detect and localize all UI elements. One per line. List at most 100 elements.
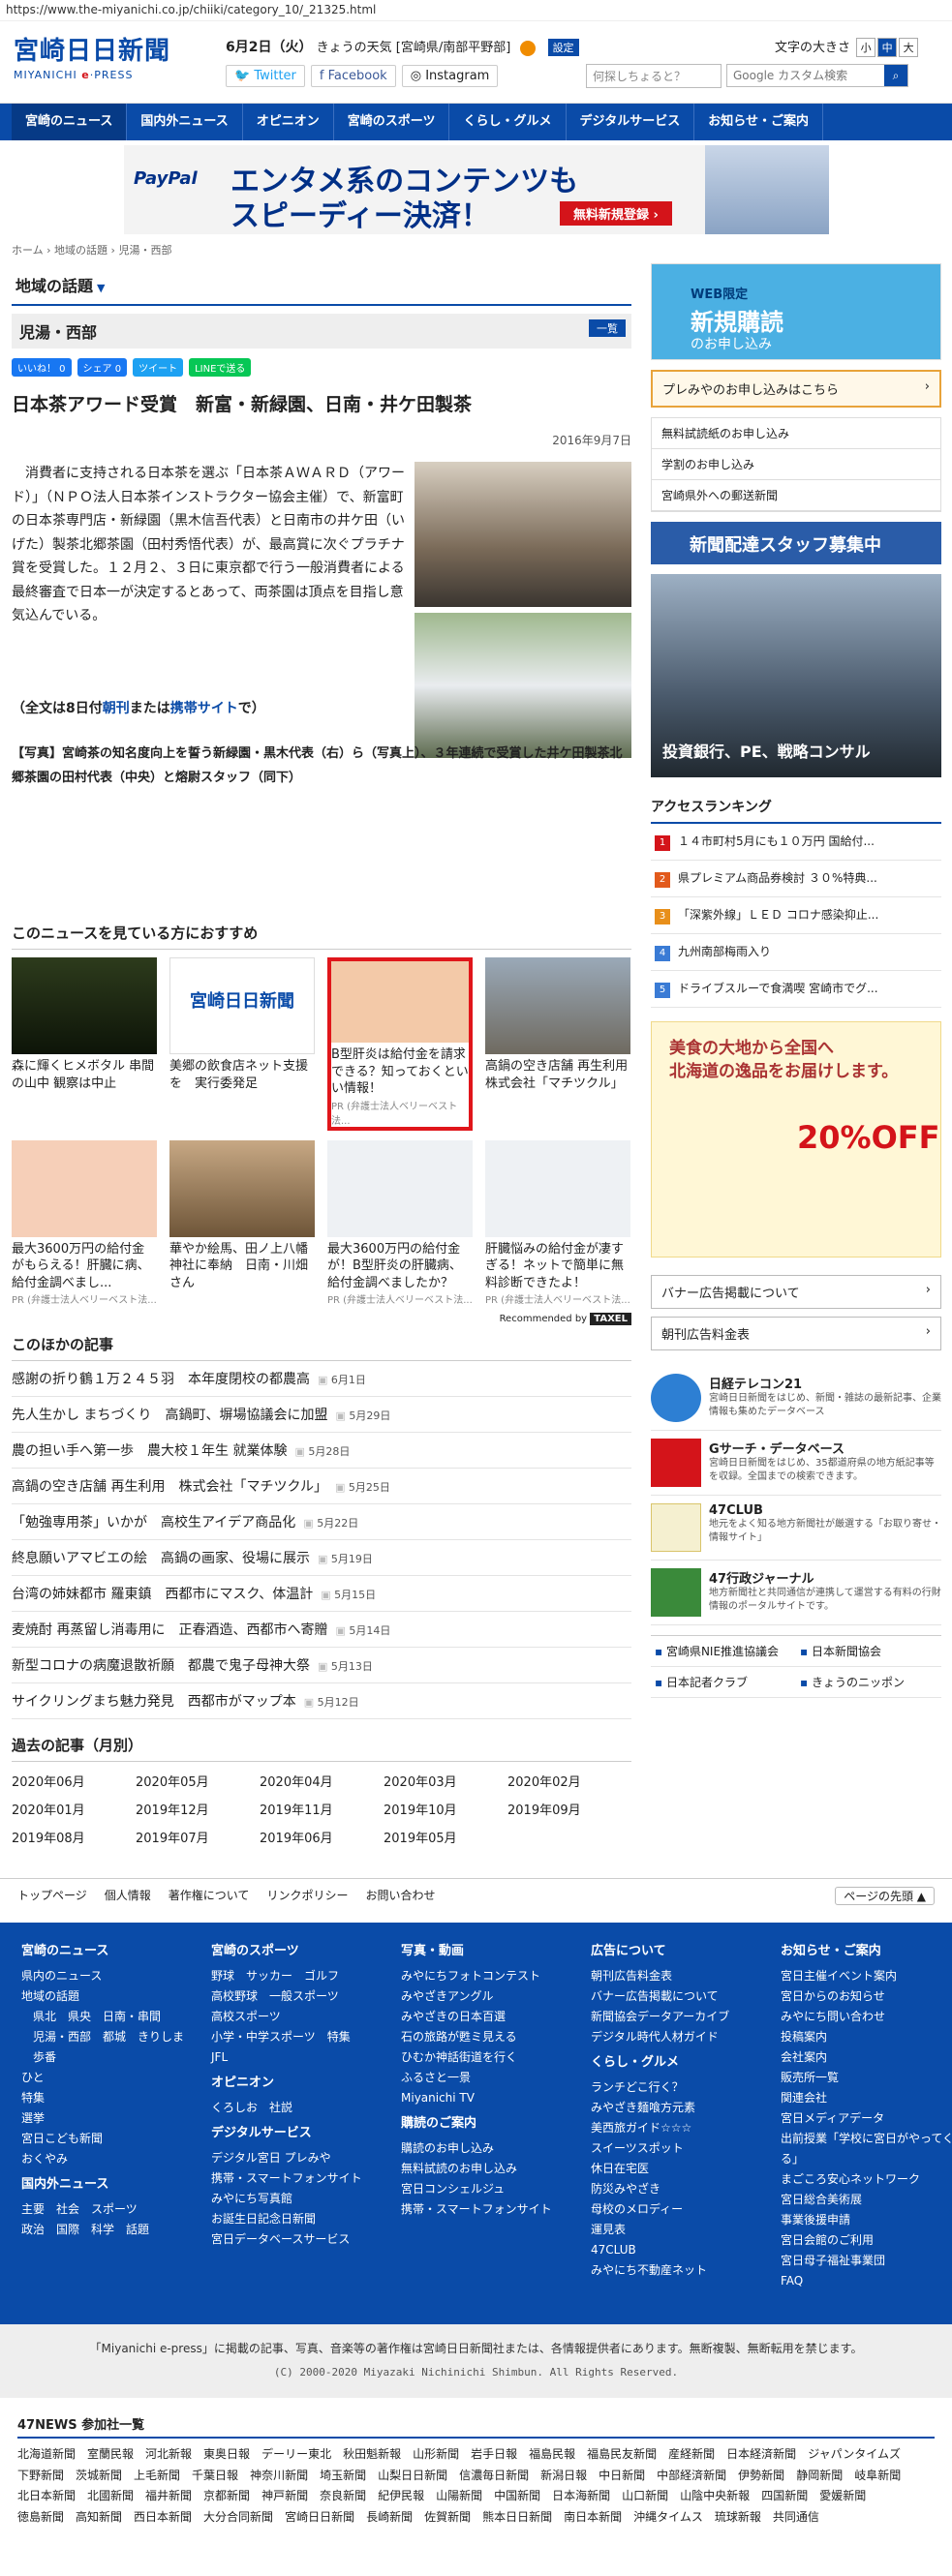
- list-item[interactable]: 終息願いアマビエの絵 高鍋の画家、役場に展示 5月19日: [12, 1540, 631, 1577]
- free-trial-link[interactable]: 無料試読紙のお申し込み: [652, 418, 940, 449]
- recommend-card[interactable]: 華やか絵馬、田ノ上八幡神社に奉納 日南・川畑さん: [169, 1139, 315, 1307]
- newspaper-link[interactable]: 奈良新聞: [320, 2486, 366, 2507]
- month-link[interactable]: 2020年04月: [260, 1772, 384, 1790]
- sitemap-link[interactable]: 宮日こども新聞: [21, 2129, 211, 2149]
- ranking-item[interactable]: 2 県プレミアム商品券検討 ３０%特典...: [651, 861, 941, 897]
- month-link[interactable]: 2019年07月: [136, 1828, 260, 1846]
- month-link[interactable]: 2019年10月: [384, 1800, 507, 1818]
- url-bar[interactable]: https://www.the-miyanichi.co.jp/chiiki/c…: [0, 0, 952, 21]
- recommend-card[interactable]: B型肝炎は給付金を請求できる？知っておくといい情報！ PR (弁護士法人ベリーベス…: [327, 957, 473, 1131]
- list-item[interactable]: 感謝の折り鶴１万２４５羽 本年度閉校の都農高 6月1日: [12, 1361, 631, 1398]
- sitemap-link[interactable]: Miyanichi TV: [401, 2088, 591, 2108]
- sitemap-link[interactable]: 宮日会館のご利用: [781, 2230, 952, 2251]
- sitemap-link[interactable]: 宮日総合美術展: [781, 2190, 952, 2210]
- out-of-pref-link[interactable]: 宮崎県外への郵送新聞: [652, 480, 940, 511]
- font-size-medium[interactable]: 中: [877, 38, 898, 57]
- newspaper-link[interactable]: 北日本新聞: [17, 2486, 76, 2507]
- sitemap-link[interactable]: 防災みやざき: [591, 2179, 781, 2199]
- sitemap-link[interactable]: 政治 国際 科学 話題: [21, 2220, 211, 2240]
- category-list-button[interactable]: 一覧: [589, 319, 626, 337]
- newspaper-link[interactable]: 信濃毎日新聞: [459, 2466, 529, 2487]
- newspaper-link[interactable]: 静岡新聞: [796, 2466, 843, 2487]
- sitemap-link[interactable]: お誕生日記念日新聞: [211, 2209, 401, 2229]
- subscribe-ad[interactable]: WEB限定 新規購読 のお申し込み: [651, 263, 941, 360]
- page-top-button[interactable]: ページの先頭 ▲: [835, 1887, 935, 1905]
- newspaper-link[interactable]: 琉球新報: [715, 2507, 761, 2529]
- sitemap-link[interactable]: 児湯・西部 都城 きりしま: [21, 2027, 211, 2047]
- sitemap-link[interactable]: スイーツスポット: [591, 2138, 781, 2159]
- newspaper-link[interactable]: 山口新聞: [622, 2486, 668, 2507]
- ranking-item[interactable]: 4 九州南部梅雨入り: [651, 934, 941, 971]
- sitemap-link[interactable]: FAQ: [781, 2271, 952, 2291]
- section-title[interactable]: 地域の話題 ▼: [12, 265, 631, 306]
- line-button[interactable]: LINEで送る: [189, 358, 252, 377]
- sitemap-heading[interactable]: オピニオン: [211, 2072, 401, 2090]
- fb-like-button[interactable]: いいね！ 0: [12, 358, 72, 377]
- sitemap-heading[interactable]: 宮崎のスポーツ: [211, 1940, 401, 1958]
- sitemap-link[interactable]: 宮日メディアデータ: [781, 2108, 952, 2129]
- settings-button[interactable]: 設定: [547, 39, 579, 56]
- newspaper-link[interactable]: 高知新聞: [76, 2507, 122, 2529]
- newspaper-link[interactable]: デーリー東北: [261, 2444, 331, 2466]
- newspaper-link[interactable]: 山形新聞: [413, 2444, 459, 2466]
- month-link[interactable]: 2019年11月: [260, 1800, 384, 1818]
- list-item[interactable]: 先人生かし まちづくり 高鍋町、塀場協議会に加盟 5月29日: [12, 1397, 631, 1434]
- article-photo-top[interactable]: [415, 462, 631, 607]
- sitemap-link[interactable]: 地域の話題: [21, 1986, 211, 2007]
- sitemap-link[interactable]: 県北 県央 日南・串間: [21, 2007, 211, 2027]
- sitemap-link[interactable]: 無料試読のお申し込み: [401, 2159, 591, 2179]
- weather-text[interactable]: きょうの天気 [宮崎県/南部平野部]: [317, 41, 511, 55]
- newspaper-link[interactable]: 福井新聞: [145, 2486, 192, 2507]
- newspaper-link[interactable]: 室蘭民報: [87, 2444, 134, 2466]
- font-size-small[interactable]: 小: [856, 38, 876, 57]
- newspaper-assoc-link[interactable]: 日本新聞協会: [796, 1636, 941, 1667]
- newspaper-link[interactable]: 産経新聞: [668, 2444, 715, 2466]
- newspaper-link[interactable]: 岐阜新聞: [854, 2466, 901, 2487]
- breadcrumb[interactable]: ホーム › 地域の話題 › 児湯・西部: [12, 238, 631, 261]
- footer-top-link[interactable]: トップページ: [17, 1887, 87, 1905]
- month-link[interactable]: 2020年03月: [384, 1772, 507, 1790]
- sitemap-link[interactable]: 投稿案内: [781, 2027, 952, 2047]
- list-item[interactable]: 新型コロナの病魔退散祈願 都農で鬼子母神大祭 5月13日: [12, 1648, 631, 1684]
- newspaper-link[interactable]: 下野新聞: [17, 2466, 64, 2487]
- newspaper-link[interactable]: 河北新報: [145, 2444, 192, 2466]
- service-item[interactable]: Gサーチ・データベース 宮崎日日新聞をはじめ、35都道府県の地方紙記事等を収録。全…: [651, 1431, 941, 1496]
- newspaper-link[interactable]: ジャパンタイムズ: [808, 2444, 901, 2466]
- delivery-staff-banner[interactable]: 新聞配達スタッフ募集中: [651, 522, 941, 564]
- footer-copyright-link[interactable]: 著作権について: [169, 1887, 250, 1905]
- newspaper-link[interactable]: 沖縄タイムス: [633, 2507, 703, 2529]
- tweet-button[interactable]: ツイート: [133, 358, 184, 377]
- newspaper-link[interactable]: 四国新聞: [761, 2486, 808, 2507]
- search-icon[interactable]: ⌕: [884, 65, 907, 86]
- newspaper-link[interactable]: 愛媛新聞: [819, 2486, 866, 2507]
- sitemap-link[interactable]: 47CLUB: [591, 2240, 781, 2260]
- hokkaido-ad[interactable]: 美食の大地から全国へ 北海道の逸品をお届けします。 20%OFF: [651, 1021, 941, 1258]
- newspaper-link[interactable]: 徳島新聞: [17, 2507, 64, 2529]
- premiya-signup-link[interactable]: プレみやのお申し込みはこちら: [651, 370, 941, 408]
- sitemap-link[interactable]: バナー広告掲載について: [591, 1986, 781, 2007]
- twitter-button[interactable]: 🐦 Twitter: [226, 65, 305, 87]
- month-link[interactable]: 2019年12月: [136, 1800, 260, 1818]
- sitemap-link[interactable]: 美西旅ガイド☆☆☆: [591, 2118, 781, 2138]
- newspaper-link[interactable]: 紀伊民報: [378, 2486, 424, 2507]
- sitemap-link[interactable]: みやざき麺喰方元素: [591, 2098, 781, 2118]
- sitemap-link[interactable]: 携帯・スマートフォンサイト: [211, 2168, 401, 2189]
- footer-link-policy[interactable]: リンクポリシー: [266, 1887, 348, 1905]
- morning-ad-rate-link[interactable]: 朝刊広告料金表: [651, 1317, 941, 1350]
- service-item[interactable]: 47行政ジャーナル 地方新聞社と共同通信が連携して運営する有料の行財情報のポータル…: [651, 1561, 941, 1625]
- list-item[interactable]: 「勉強専用茶」いかが 高校生アイデア商品化 5月22日: [12, 1504, 631, 1541]
- ranking-item[interactable]: 1 １４市町村5月にも１０万円 国給付...: [651, 824, 941, 861]
- sitemap-link[interactable]: おくやみ: [21, 2149, 211, 2169]
- recommend-card[interactable]: 肝臓悩みの給付金が凄すぎる！ネットで簡単に無料診断できたよ！ PR (弁護士法人ベ…: [485, 1139, 630, 1306]
- sitemap-link[interactable]: 携帯・スマートフォンサイト: [401, 2199, 591, 2220]
- sitemap-link[interactable]: ひと: [21, 2068, 211, 2088]
- recommend-card[interactable]: 森に輝くヒメボタル 串間の山中 観察は中止: [12, 957, 157, 1131]
- sitemap-heading[interactable]: 宮崎のニュース: [21, 1940, 211, 1958]
- newspaper-link[interactable]: 中国新聞: [494, 2486, 540, 2507]
- sitemap-link[interactable]: 休日在宅医: [591, 2159, 781, 2179]
- sitemap-link[interactable]: 運見表: [591, 2220, 781, 2240]
- sitemap-link[interactable]: みやにち写真館: [211, 2189, 401, 2209]
- sitemap-link[interactable]: 事業後援申請: [781, 2210, 952, 2230]
- sitemap-link[interactable]: ふるさと一景: [401, 2068, 591, 2088]
- sitemap-link[interactable]: くろしお 社説: [211, 2098, 401, 2118]
